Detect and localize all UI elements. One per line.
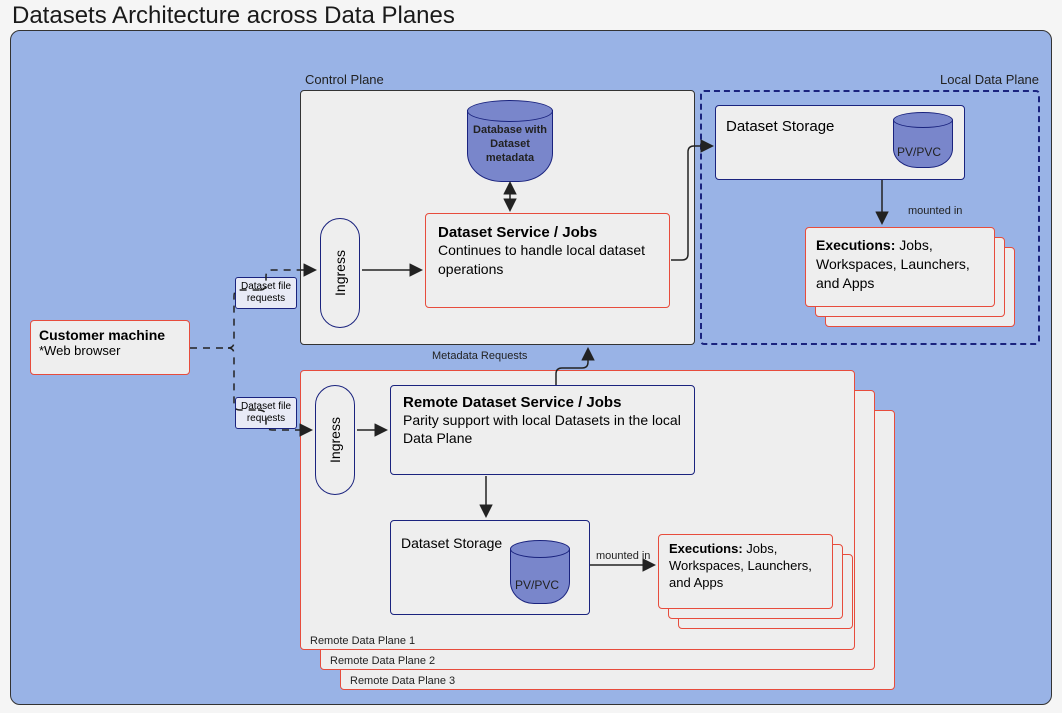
local-disk-label: PV/PVC [897, 145, 941, 159]
customer-machine-box: Customer machine *Web browser [30, 320, 190, 375]
remote-ingress: Ingress [315, 385, 355, 495]
local-disk-top [893, 112, 953, 128]
customer-title: Customer machine [39, 327, 181, 343]
remote-ingress-label: Ingress [327, 417, 343, 463]
customer-sub: *Web browser [39, 343, 181, 358]
remote-disk-label: PV/PVC [515, 578, 559, 592]
remote-plane-label-3: Remote Data Plane 3 [350, 675, 455, 687]
dataset-service-sub: Continues to handle local dataset operat… [438, 241, 657, 279]
remote-mounted-label: mounted in [596, 550, 650, 562]
remote-service-title: Remote Dataset Service / Jobs [403, 394, 682, 411]
local-data-plane-label: Local Data Plane [940, 72, 1039, 87]
local-mounted-label: mounted in [908, 205, 962, 217]
local-exec-box: Executions: Jobs, Workspaces, Launchers,… [805, 227, 995, 307]
diagram-title: Datasets Architecture across Data Planes [12, 2, 455, 30]
control-ingress-label: Ingress [332, 250, 348, 296]
control-ingress: Ingress [320, 218, 360, 328]
metadata-requests-label: Metadata Requests [432, 350, 527, 362]
remote-plane-label-1: Remote Data Plane 1 [310, 635, 415, 647]
local-storage-label: Dataset Storage [726, 118, 834, 135]
remote-service-sub: Parity support with local Datasets in th… [403, 411, 682, 447]
remote-plane-label-2: Remote Data Plane 2 [330, 655, 435, 667]
local-exec-title: Executions: [816, 237, 895, 253]
remote-service-box: Remote Dataset Service / Jobs Parity sup… [390, 385, 695, 475]
dataset-service-box: Dataset Service / Jobs Continues to hand… [425, 213, 670, 308]
control-plane-label: Control Plane [305, 72, 384, 87]
remote-disk-top [510, 540, 570, 558]
request-label-top: Dataset file requests [235, 277, 297, 309]
db-cylinder-top [467, 100, 553, 122]
remote-storage-label: Dataset Storage [401, 535, 502, 551]
db-label: Database with Dataset metadata [471, 124, 549, 165]
dataset-service-title: Dataset Service / Jobs [438, 224, 657, 241]
request-label-bottom: Dataset file requests [235, 397, 297, 429]
remote-exec-box: Executions: Jobs, Workspaces, Launchers,… [658, 534, 833, 609]
remote-exec-title: Executions: [669, 541, 743, 556]
